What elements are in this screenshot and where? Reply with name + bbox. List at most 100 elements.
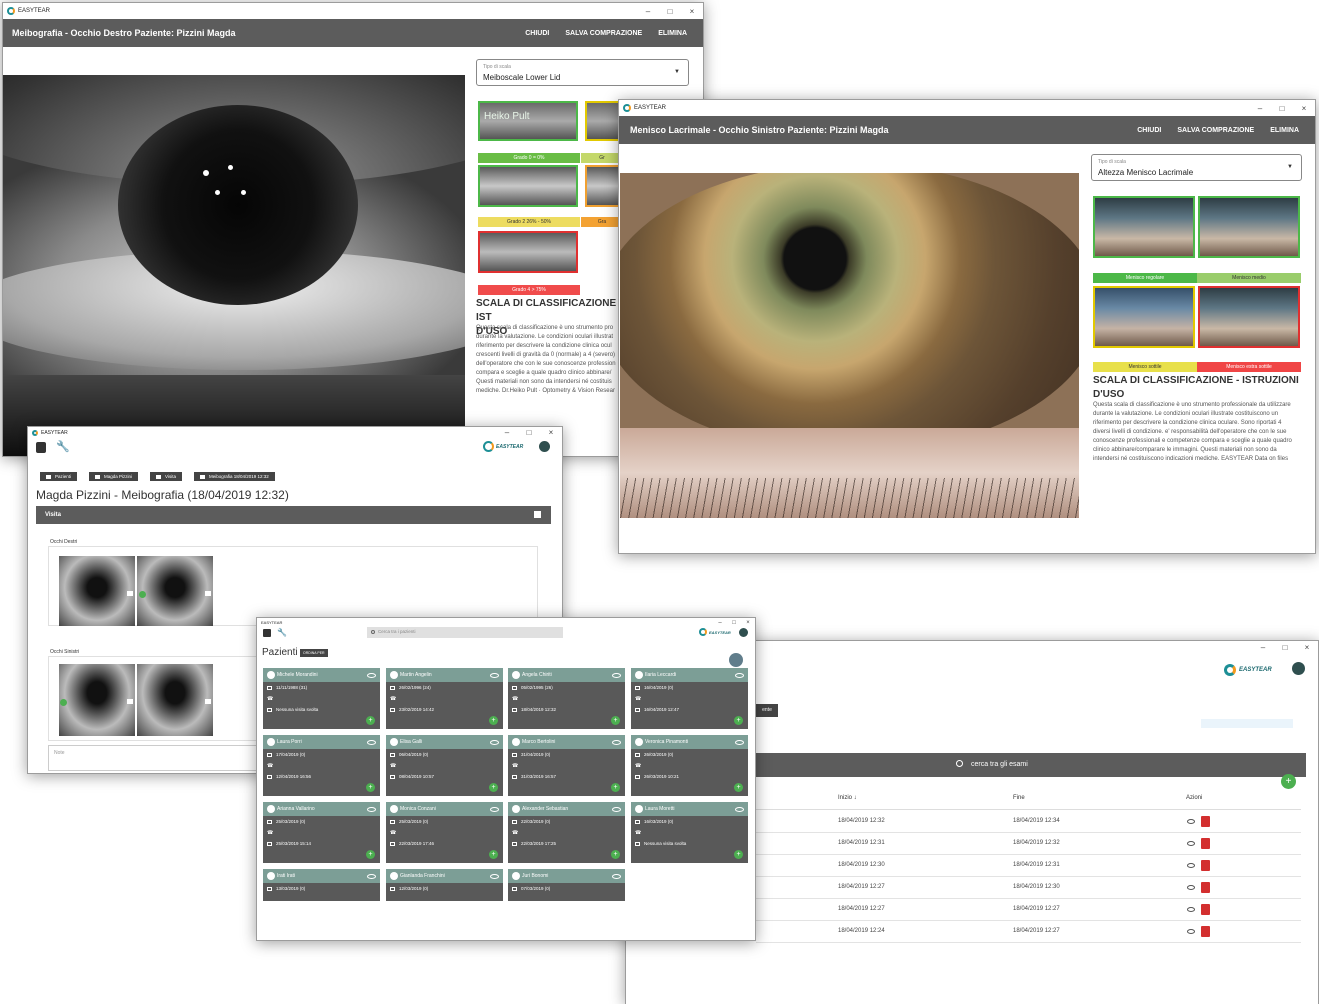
scale-type-select[interactable]: Tipo di scala Altezza Menisco Lacrimale …	[1091, 154, 1302, 181]
patient-card[interactable]: Irati Irati 13/03/2019 (0)	[263, 869, 380, 901]
add-visit-button[interactable]: +	[611, 716, 620, 725]
eye-view-icon[interactable]	[490, 672, 499, 678]
patient-card[interactable]: Laura Moretti 16/03/2019 (0) ☎ Nessuna visi…	[631, 802, 748, 863]
account-icon[interactable]	[739, 628, 748, 637]
breadcrumb-item[interactable]: Pazienti	[40, 472, 78, 481]
delete-button[interactable]: ELIMINA	[658, 30, 687, 37]
eye-view-icon[interactable]	[490, 873, 499, 879]
table-row[interactable]: 18/04/2019 12:32 18/04/2019 12:34	[756, 811, 1301, 833]
eye-thumbnail[interactable]	[137, 664, 213, 736]
sort-button[interactable]: ORDINA PER	[300, 649, 328, 657]
add-visit-button[interactable]: +	[366, 850, 375, 859]
breadcrumb-item[interactable]: Magda Pizzini	[89, 472, 139, 481]
patient-card[interactable]: Angela Chiriti 05/02/1995 (26) ☎ 18/04/2019…	[508, 668, 625, 729]
pdf-icon[interactable]	[1201, 860, 1210, 871]
maximize-icon[interactable]: □	[727, 620, 741, 626]
meniscus-thumbnail[interactable]	[1093, 196, 1195, 258]
eye-view-icon[interactable]	[612, 739, 621, 745]
minimize-icon[interactable]: –	[1249, 104, 1271, 113]
eye-view-icon[interactable]	[612, 672, 621, 678]
view-icon[interactable]	[1187, 863, 1195, 868]
meniscus-thumbnail[interactable]	[1198, 196, 1300, 258]
add-visit-button[interactable]: +	[611, 850, 620, 859]
maximize-icon[interactable]: □	[1271, 104, 1293, 113]
eye-view-icon[interactable]	[735, 672, 744, 678]
breadcrumb-item[interactable]: Meibografia 18/04/2019 12:32	[193, 472, 275, 481]
grade-thumbnail[interactable]	[478, 231, 578, 273]
view-icon[interactable]	[1187, 841, 1195, 846]
close-icon[interactable]: ×	[1293, 104, 1315, 113]
maximize-icon[interactable]: □	[659, 7, 681, 16]
table-row[interactable]: 18/04/2019 12:30 18/04/2019 12:31	[756, 855, 1301, 877]
eye-view-icon[interactable]	[612, 806, 621, 812]
maximize-icon[interactable]: □	[1274, 643, 1296, 652]
wrench-icon[interactable]: 🔧	[56, 442, 70, 453]
eye-view-icon[interactable]	[490, 806, 499, 812]
partial-button[interactable]: ente	[756, 704, 778, 717]
patients-nav-icon[interactable]	[36, 442, 46, 453]
minimize-icon[interactable]: –	[637, 7, 659, 16]
save-comparison-button[interactable]: SALVA COMPRAZIONE	[1177, 127, 1254, 134]
eye-thumbnail[interactable]	[59, 556, 135, 626]
scale-type-select[interactable]: Tipo di scala Meiboscale Lower Lid ▼	[476, 59, 689, 86]
save-icon[interactable]	[534, 511, 541, 518]
delete-button[interactable]: ELIMINA	[1270, 127, 1299, 134]
eye-view-icon[interactable]	[612, 873, 621, 879]
patient-card[interactable]: Michele Morandini 11/11/1988 (31) ☎ Nessuna…	[263, 668, 380, 729]
patient-card[interactable]: Elisa Galli 06/04/2019 (0) ☎ 08/04/2019 10:…	[386, 735, 503, 796]
minimize-icon[interactable]: –	[1252, 643, 1274, 652]
pdf-icon[interactable]	[1201, 926, 1210, 937]
close-icon[interactable]: ×	[1296, 643, 1318, 652]
patient-card[interactable]: Laura Porri 17/04/2019 (0) ☎ 12/04/2019 16:…	[263, 735, 380, 796]
patients-search-input[interactable]: Cerca tra i pazienti	[367, 627, 563, 638]
view-icon[interactable]	[1187, 819, 1195, 824]
patient-card[interactable]: Juri Bonomi 07/03/2019 (0)	[508, 869, 625, 901]
eye-view-icon[interactable]	[490, 739, 499, 745]
patient-card[interactable]: Arianna Vallarino 25/03/2019 (0) ☎ 25/03/20…	[263, 802, 380, 863]
patient-card[interactable]: Veronica Pinamonti 26/03/2019 (0) ☎ 26/03/2…	[631, 735, 748, 796]
pdf-icon[interactable]	[1201, 838, 1210, 849]
minimize-icon[interactable]: –	[713, 620, 727, 626]
patient-card[interactable]: Monica Conzani 25/03/2019 (0) ☎ 22/03/2019 …	[386, 802, 503, 863]
camera-icon[interactable]	[127, 591, 133, 596]
column-start[interactable]: Inizio ↓	[838, 795, 857, 801]
close-icon[interactable]: ×	[741, 620, 755, 626]
share-icon[interactable]	[729, 653, 743, 667]
meniscus-thumbnail[interactable]	[1198, 286, 1300, 348]
add-visit-button[interactable]: +	[489, 850, 498, 859]
table-row[interactable]: 18/04/2019 12:31 18/04/2019 12:32	[756, 833, 1301, 855]
patient-card[interactable]: Martin Angelin 26/02/1996 (24) ☎ 23/02/2019…	[386, 668, 503, 729]
eye-view-icon[interactable]	[735, 806, 744, 812]
camera-icon[interactable]	[127, 699, 133, 704]
add-visit-button[interactable]: +	[734, 850, 743, 859]
add-visit-button[interactable]: +	[489, 783, 498, 792]
grade-thumbnail[interactable]	[478, 165, 578, 207]
eye-view-icon[interactable]	[367, 806, 376, 812]
table-row[interactable]: 18/04/2019 12:27 18/04/2019 12:27	[756, 899, 1301, 921]
patient-card[interactable]: Gianlanda Franchini 12/03/2019 (0)	[386, 869, 503, 901]
close-button[interactable]: CHIUDI	[1137, 127, 1161, 134]
exams-search-input[interactable]: cerca tra gli esami	[971, 761, 1028, 768]
breadcrumb-item[interactable]: Visita	[150, 472, 182, 481]
patient-card[interactable]: Ilaria Leccardi 16/04/2019 (0) ☎ 16/04/2019…	[631, 668, 748, 729]
view-icon[interactable]	[1187, 929, 1195, 934]
grade-thumbnail[interactable]: Heiko Pult	[478, 101, 578, 141]
pdf-icon[interactable]	[1201, 882, 1210, 893]
add-visit-button[interactable]: +	[366, 783, 375, 792]
close-icon[interactable]: ×	[540, 428, 562, 437]
patient-card[interactable]: Marco Bertolini 31/04/2019 (0) ☎ 31/03/2019…	[508, 735, 625, 796]
pdf-icon[interactable]	[1201, 816, 1210, 827]
eye-view-icon[interactable]	[735, 739, 744, 745]
minimize-icon[interactable]: –	[496, 428, 518, 437]
wrench-icon[interactable]: 🔧	[277, 628, 287, 637]
table-row[interactable]: 18/04/2019 12:27 18/04/2019 12:30	[756, 877, 1301, 899]
account-icon[interactable]	[1292, 662, 1305, 675]
view-icon[interactable]	[1187, 885, 1195, 890]
account-icon[interactable]	[539, 441, 550, 452]
view-icon[interactable]	[1187, 907, 1195, 912]
close-button[interactable]: CHIUDI	[525, 30, 549, 37]
add-exam-button[interactable]: +	[1281, 774, 1296, 789]
camera-icon[interactable]	[205, 591, 211, 596]
table-row[interactable]: 18/04/2019 12:24 18/04/2019 12:27	[756, 921, 1301, 943]
add-visit-button[interactable]: +	[489, 716, 498, 725]
